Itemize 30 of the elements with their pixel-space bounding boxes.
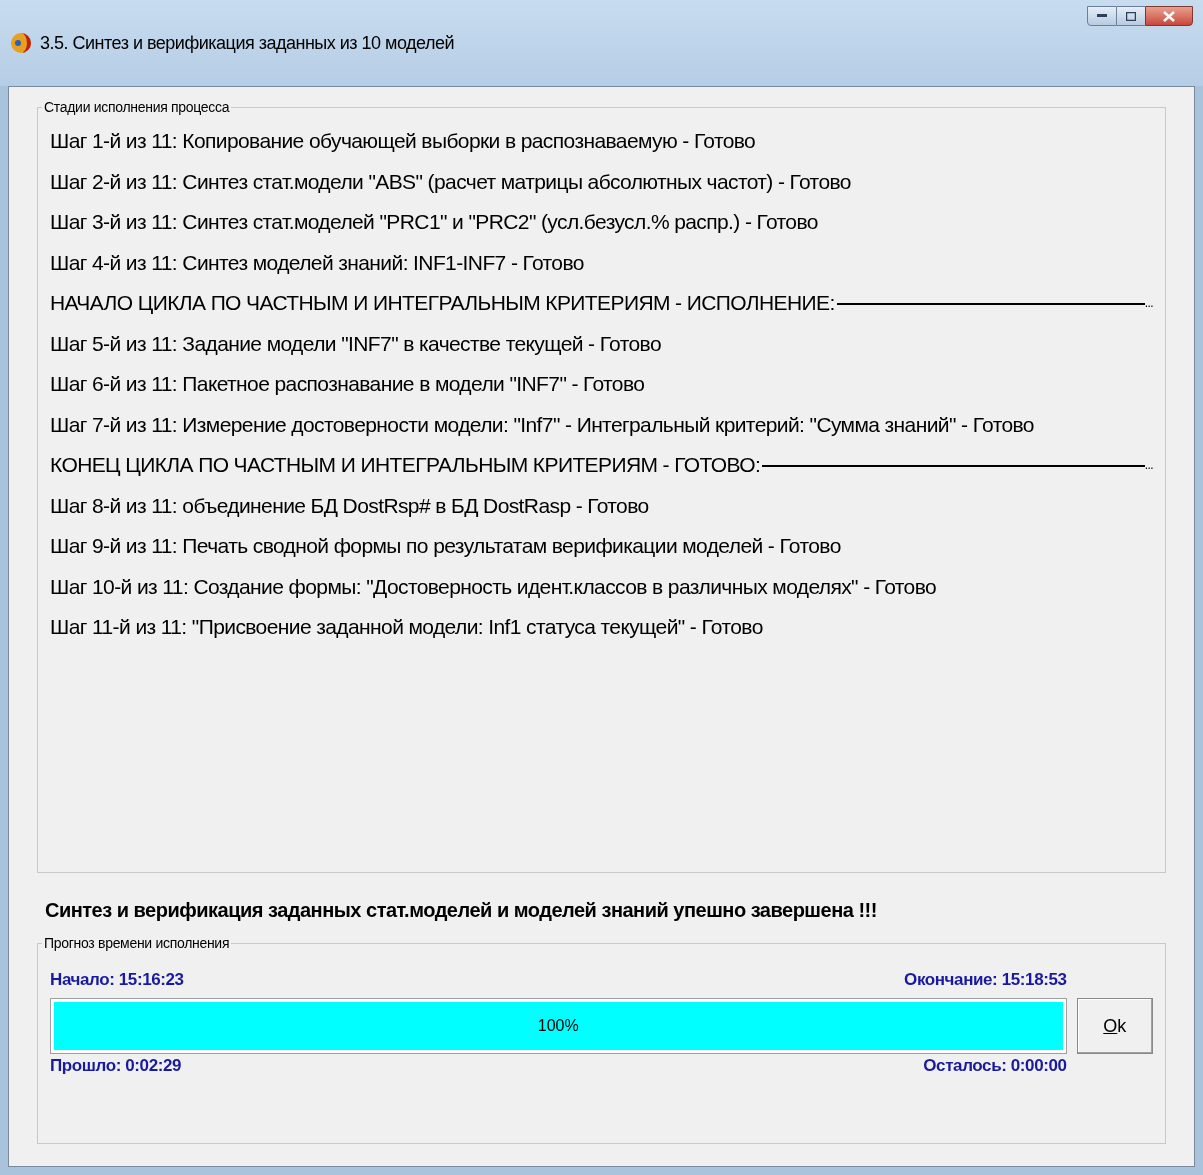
minimize-button[interactable] (1087, 6, 1117, 26)
step-text: Шаг 2-й из 11: Синтез стат.модели "ABS" (расчет матрицы абсолютных частот) - Готово (50, 168, 852, 195)
close-icon (1163, 10, 1175, 22)
ok-button[interactable]: Ok (1076, 998, 1153, 1054)
step-text: Шаг 10-й из 11: Создание формы: "Достоверность идент.классов в различных моделях" - Готово (50, 573, 938, 600)
status-message: Синтез и верификация заданных стат.моделей и моделей знаний упешно завершена !!! (45, 898, 878, 923)
cycle-heading: НАЧАЛО ЦИКЛА ПО ЧАСТНЫМ И ИНТЕГРАЛЬНЫМ КРИТЕРИЯМ - ИСПОЛНЕНИЕ: (50, 290, 835, 316)
ellipsis-text: ... (1144, 457, 1153, 474)
step-text: Шаг 3-й из 11: Синтез стат.моделей "PRC1" и "PRC2" (усл.безусл.% распр.) - Готово (50, 209, 819, 235)
cycle-heading: КОНЕЦ ЦИКЛА ПО ЧАСТНЫМ И ИНТЕГРАЛЬНЫМ КРИТЕРИЯМ - ГОТОВО: (50, 452, 761, 478)
step-text: Шаг 1-й из 11: Копирование обучающей выборки в распознаваемую - Готово (50, 128, 757, 154)
ellipsis-text: ... (1144, 295, 1153, 312)
app-logo-icon (10, 32, 32, 54)
progress-percent: 100% (536, 1016, 580, 1036)
step-text: Шаг 7-й из 11: Измерение достоверности модели: "Inf7" - Интегральный критерий: "Сумма знаний" - Готово (50, 411, 1035, 438)
window-title: 3.5. Синтез и верификация заданных из 10 моделей (40, 31, 455, 55)
step-text: Шаг 8-й из 11: объединение БД DostRsp# в БД DostRasp - Готово (50, 492, 650, 519)
step-text: Шаг 4-й из 11: Синтез моделей знаний: INF1-INF7 - Готово (50, 249, 585, 276)
start-time: Начало: 15:16:23 (50, 969, 184, 991)
step-text: Шаг 6-й из 11: Пакетное распознавание в модели "INF7" - Готово (50, 371, 646, 397)
step-text: Шаг 9-й из 11: Печать сводной формы по результатам верификации моделей - Готово (50, 533, 842, 559)
maximize-icon (1126, 11, 1136, 21)
remaining-time: Осталось: 0:00:00 (923, 1055, 1067, 1077)
end-time: Окончание: 15:18:53 (904, 969, 1067, 991)
elapsed-time: Прошло: 0:02:29 (50, 1055, 182, 1077)
step-text: Шаг 5-й из 11: Задание модели "INF7" в качестве текущей - Готово (50, 330, 662, 357)
minimize-icon (1097, 14, 1107, 18)
step-text: Шаг 11-й из 11: "Присвоение заданной модели: Inf1 статуса текущей" - Готово (50, 614, 764, 640)
maximize-button[interactable] (1117, 6, 1145, 26)
close-button[interactable] (1145, 6, 1193, 26)
